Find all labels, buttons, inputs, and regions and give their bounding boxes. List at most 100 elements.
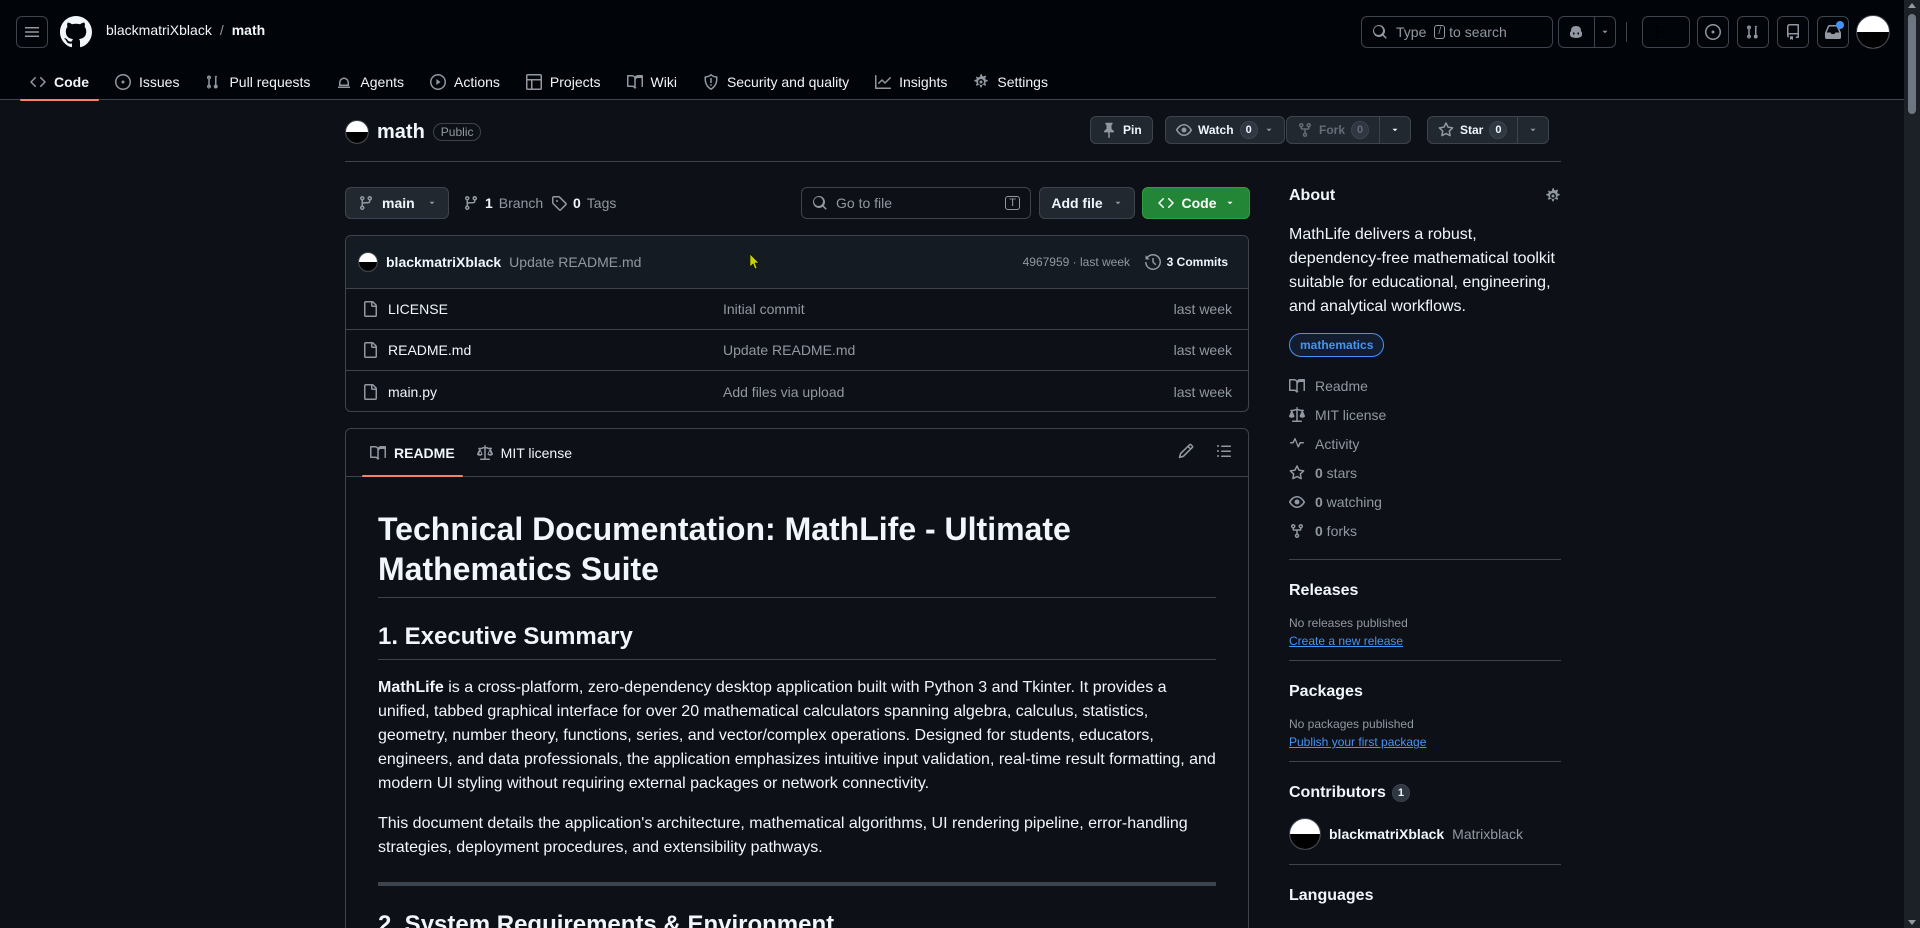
file-icon — [362, 342, 378, 358]
go-to-file-placeholder: Go to file — [836, 195, 893, 211]
tab-readme[interactable]: README — [362, 429, 463, 477]
user-avatar[interactable] — [1856, 15, 1890, 49]
forks-link[interactable]: 0 forks — [1289, 516, 1561, 545]
scroll-down-arrow[interactable] — [1908, 920, 1916, 925]
readme-link[interactable]: Readme — [1289, 371, 1561, 400]
search-input[interactable]: Type / to search — [1361, 16, 1553, 48]
tab-insights[interactable]: Insights — [865, 64, 957, 100]
pull-request-icon — [1745, 24, 1761, 40]
triangle-down-icon — [1600, 27, 1610, 37]
readme-divider — [378, 882, 1216, 886]
tab-label: Agents — [360, 74, 404, 90]
commit-author[interactable]: blackmatriXblack — [386, 254, 501, 270]
tab-actions[interactable]: Actions — [420, 64, 510, 100]
tab-wiki[interactable]: Wiki — [617, 64, 687, 100]
tab-label: Pull requests — [229, 74, 311, 90]
watch-button[interactable]: Watch 0 — [1165, 116, 1285, 144]
star-count: 0 — [1489, 121, 1508, 139]
tab-license[interactable]: MIT license — [469, 429, 580, 476]
file-row[interactable]: LICENSE Initial commit last week — [346, 289, 1248, 330]
branch-select-button[interactable]: main — [345, 187, 449, 219]
copilot-button[interactable] — [1559, 17, 1594, 47]
triangle-down-icon — [1528, 125, 1538, 135]
star-button[interactable]: Star 0 — [1428, 117, 1517, 143]
star-dropdown-button[interactable] — [1517, 117, 1548, 143]
commit-author-avatar[interactable] — [358, 252, 378, 272]
file-commit-message[interactable]: Update README.md — [723, 342, 855, 358]
commit-message[interactable]: Update README.md — [509, 254, 641, 270]
license-link[interactable]: MIT license — [1289, 400, 1561, 429]
tab-pull-requests[interactable]: Pull requests — [195, 64, 320, 100]
repo-name[interactable]: math — [377, 121, 425, 144]
pin-icon — [1101, 122, 1117, 138]
latest-commit-row: blackmatriXblack Update README.md 496795… — [346, 236, 1248, 289]
scroll-up-arrow[interactable] — [1908, 3, 1916, 8]
stars-link[interactable]: 0 stars — [1289, 458, 1561, 487]
activity-link[interactable]: Activity — [1289, 429, 1561, 458]
star-icon — [1438, 122, 1454, 138]
fork-dropdown-button[interactable] — [1379, 117, 1410, 143]
tab-security[interactable]: Security and quality — [693, 64, 859, 100]
file-navigation: main 1 Branch 0 Tags Go to file T Add fi… — [345, 187, 1250, 219]
repositories-button[interactable] — [1777, 16, 1809, 48]
menu-button[interactable] — [16, 16, 48, 48]
commit-hash-date[interactable]: 4967959 · last week — [1023, 255, 1130, 269]
create-release-link[interactable]: Create a new release — [1289, 634, 1561, 648]
github-logo-icon[interactable] — [60, 16, 92, 48]
tab-settings[interactable]: Settings — [963, 64, 1058, 100]
fork-button[interactable]: Fork 0 — [1287, 117, 1379, 143]
issues-button[interactable] — [1697, 16, 1729, 48]
readme-heading-summary: 1. Executive Summary — [378, 622, 1216, 660]
readme-heading-1: Technical Documentation: MathLife - Ulti… — [378, 509, 1216, 598]
fork-label: Fork — [1319, 123, 1346, 137]
add-file-button[interactable]: Add file — [1039, 187, 1135, 219]
tags-link[interactable]: 0 Tags — [551, 195, 616, 211]
forks-link-text: 0 forks — [1315, 523, 1357, 539]
contributors-title[interactable]: Contributors — [1289, 784, 1386, 802]
list-unordered-icon[interactable] — [1216, 443, 1232, 459]
topic-tag[interactable]: mathematics — [1289, 333, 1385, 357]
file-name[interactable]: LICENSE — [388, 301, 448, 317]
scrollbar-thumb[interactable] — [1908, 14, 1916, 114]
tab-projects[interactable]: Projects — [516, 64, 611, 100]
page-scrollbar[interactable] — [1904, 0, 1920, 928]
releases-title[interactable]: Releases — [1289, 582, 1561, 600]
inbox-button[interactable] — [1817, 16, 1849, 48]
contributor-item[interactable]: blackmatriXblack Matrixblack — [1289, 818, 1561, 850]
tab-issues[interactable]: Issues — [105, 64, 189, 100]
watching-link[interactable]: 0 watching — [1289, 487, 1561, 516]
publish-package-link[interactable]: Publish your first package — [1289, 735, 1561, 749]
tab-code[interactable]: Code — [20, 64, 99, 101]
packages-title[interactable]: Packages — [1289, 683, 1561, 701]
owner-avatar[interactable] — [345, 120, 369, 144]
about-description: MathLife delivers a robust, dependency-f… — [1289, 226, 1555, 315]
fork-icon — [1289, 523, 1305, 539]
code-button[interactable]: Code — [1142, 187, 1250, 219]
table-icon — [525, 74, 542, 90]
readme-tabs: README MIT license — [346, 429, 1248, 477]
pencil-icon[interactable] — [1178, 443, 1194, 459]
breadcrumb-owner-link[interactable]: blackmatriXblack — [106, 22, 212, 38]
create-new-split-button[interactable] — [1642, 16, 1690, 48]
file-commit-message[interactable]: Initial commit — [723, 301, 805, 317]
branches-link[interactable]: 1 Branch — [463, 195, 543, 211]
file-name[interactable]: README.md — [388, 342, 471, 358]
notification-dot — [1836, 21, 1844, 29]
contributor-name[interactable]: blackmatriXblack — [1329, 826, 1444, 842]
tab-agents[interactable]: Agents — [326, 64, 414, 100]
file-row[interactable]: main.py Add files via upload last week — [346, 371, 1248, 411]
pull-requests-button[interactable] — [1737, 16, 1769, 48]
pin-button[interactable]: Pin — [1090, 116, 1153, 144]
file-row[interactable]: README.md Update README.md last week — [346, 330, 1248, 371]
header-divider — [1626, 22, 1627, 42]
file-commit-message[interactable]: Add files via upload — [723, 384, 844, 400]
breadcrumb-repo-link[interactable]: math — [232, 22, 265, 38]
copilot-dropdown-button[interactable] — [1593, 17, 1615, 47]
contributor-avatar[interactable] — [1289, 818, 1321, 850]
graph-icon — [875, 74, 892, 90]
commits-link[interactable]: 3 Commits — [1144, 254, 1228, 270]
gear-icon[interactable] — [1545, 188, 1561, 204]
tab-label: Insights — [899, 74, 948, 90]
file-name[interactable]: main.py — [388, 384, 437, 400]
go-to-file-input[interactable]: Go to file T — [801, 187, 1031, 219]
